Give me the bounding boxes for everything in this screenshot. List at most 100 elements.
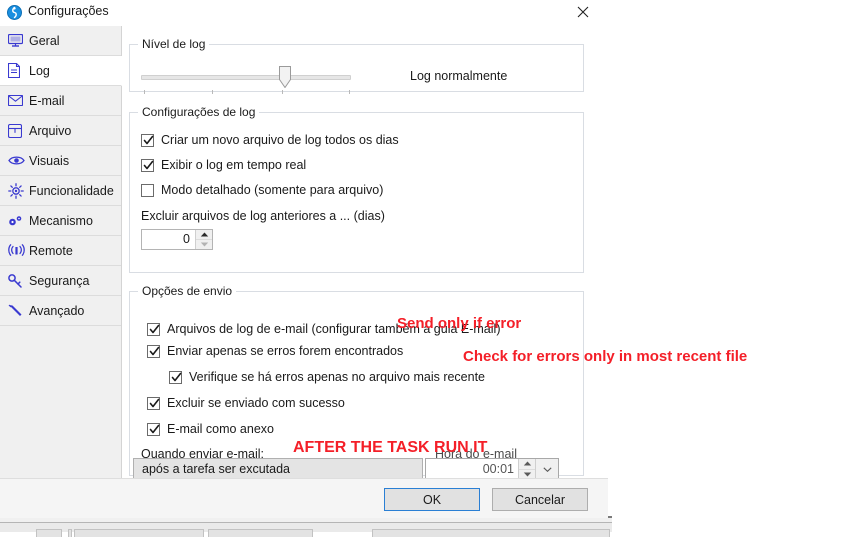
slider-tick [144, 90, 145, 94]
dialog-titlebar[interactable]: Configurações [0, 0, 608, 26]
check-mark-icon [143, 135, 154, 146]
checkbox-create-daily-log[interactable]: Criar um novo arquivo de log todos os di… [141, 133, 399, 147]
close-icon[interactable] [560, 0, 606, 24]
checkbox-label: Excluir se enviado com sucesso [167, 396, 345, 410]
desktop-right-strip [612, 516, 845, 530]
sidebar-item-label: Visuais [29, 154, 69, 168]
sidebar-item-geral[interactable]: Geral [0, 26, 121, 56]
dialog-body: Geral Log E-mail [0, 26, 608, 478]
email-time-value[interactable]: 00:01 [426, 459, 518, 479]
sidebar-item-email[interactable]: E-mail [0, 86, 121, 116]
checkbox-check-most-recent-only[interactable]: Verifique se há erros apenas no arquivo … [169, 370, 485, 384]
checkbox-show-realtime-log[interactable]: Exibir o log em tempo real [141, 158, 306, 172]
checkbox-label: Criar um novo arquivo de log todos os di… [161, 133, 399, 147]
sidebar-item-label: Remote [29, 244, 73, 258]
checkbox-label: Enviar apenas se erros forem encontrados [167, 344, 403, 358]
log-settings-group: Configurações de log Criar um novo arqui… [129, 112, 584, 273]
check-mark-icon [171, 372, 182, 383]
checkbox-box[interactable] [141, 159, 154, 172]
when-send-email-combobox[interactable]: após a tarefa ser excutada [133, 458, 423, 480]
sidebar-item-label: Segurança [29, 274, 89, 288]
checkbox-email-as-attachment[interactable]: E-mail como anexo [147, 422, 274, 436]
desktop-background: Configurações Geral [0, 0, 845, 530]
check-mark-icon [149, 324, 160, 335]
sidebar-item-seguranca[interactable]: Segurança [0, 266, 121, 296]
dialog-footer: OK Cancelar [0, 478, 608, 518]
sidebar-item-avancado[interactable]: Avançado [0, 296, 121, 326]
checkbox-verbose-mode[interactable]: Modo detalhado (somente para arquivo) [141, 183, 383, 197]
settings-sidebar: Geral Log E-mail [0, 26, 122, 478]
sidebar-item-label: Mecanismo [29, 214, 93, 228]
sidebar-item-remote[interactable]: Remote [0, 236, 121, 266]
check-mark-icon [149, 346, 160, 357]
background-window[interactable] [0, 516, 612, 530]
sidebar-item-label: Arquivo [29, 124, 71, 138]
background-toolbar-segment [208, 529, 313, 537]
background-toolbar-segment [68, 529, 72, 537]
sidebar-item-label: Geral [29, 34, 60, 48]
checkbox-box[interactable] [147, 423, 160, 436]
eye-icon [8, 153, 26, 169]
annotation-after-the-task-run: AFTER THE TASK RUN IT [293, 439, 487, 457]
check-mark-icon [149, 424, 160, 435]
gear-sun-icon [8, 183, 26, 199]
checkbox-box[interactable] [169, 371, 182, 384]
sidebar-item-label: E-mail [29, 94, 64, 108]
email-time-spinner[interactable]: 00:01 [425, 458, 559, 480]
spinner-up-icon[interactable] [519, 459, 535, 470]
sidebar-item-label: Log [29, 64, 50, 78]
checkbox-box[interactable] [141, 134, 154, 147]
sidebar-item-funcionalidade[interactable]: Funcionalidade [0, 176, 121, 206]
delete-days-value[interactable]: 0 [142, 230, 195, 249]
checkbox-box[interactable] [141, 184, 154, 197]
check-mark-icon [149, 398, 160, 409]
checkbox-label: Exibir o log em tempo real [161, 158, 306, 172]
background-window-toolbar [0, 522, 612, 532]
log-level-group: Nível de log Log normalmente [129, 44, 584, 92]
checkbox-label: Verifique se há erros apenas no arquivo … [189, 370, 485, 384]
checkbox-box[interactable] [147, 397, 160, 410]
envelope-icon [8, 93, 26, 109]
wrench-icon [8, 303, 26, 319]
sidebar-item-mecanismo[interactable]: Mecanismo [0, 206, 121, 236]
key-icon [8, 273, 26, 289]
checkbox-label: E-mail como anexo [167, 422, 274, 436]
sidebar-item-visuais[interactable]: Visuais [0, 146, 121, 176]
background-toolbar-segment [372, 529, 610, 537]
spinner-down-icon[interactable] [196, 240, 212, 249]
checkbox-box[interactable] [147, 323, 160, 336]
checkbox-delete-if-sent[interactable]: Excluir se enviado com sucesso [147, 396, 345, 410]
settings-globe-icon [7, 5, 22, 20]
background-toolbar-segment [74, 529, 204, 537]
settings-content-pane: Nível de log Log normalmente [122, 26, 608, 478]
sidebar-item-arquivo[interactable]: Arquivo [0, 116, 121, 146]
checkbox-send-only-if-errors[interactable]: Enviar apenas se erros forem encontrados [147, 344, 403, 358]
spinner-buttons[interactable] [195, 230, 212, 249]
archive-icon [8, 123, 26, 139]
check-mark-icon [143, 160, 154, 171]
document-icon [8, 63, 26, 79]
chevron-down-icon[interactable] [535, 459, 558, 479]
ok-button[interactable]: OK [384, 488, 480, 511]
log-level-value-label: Log normalmente [410, 69, 507, 83]
log-level-group-title: Nível de log [138, 37, 209, 51]
slider-tick [212, 90, 213, 94]
cancel-button[interactable]: Cancelar [492, 488, 588, 511]
log-settings-group-title: Configurações de log [138, 105, 259, 119]
spinner-up-icon[interactable] [196, 230, 212, 240]
antenna-icon [8, 243, 26, 259]
monitor-icon [8, 33, 26, 49]
slider-thumb[interactable] [279, 66, 291, 88]
dialog-title: Configurações [28, 4, 109, 18]
slider-track[interactable] [141, 75, 351, 80]
time-spinner-buttons[interactable] [518, 459, 535, 479]
slider-tick [349, 90, 350, 94]
log-level-slider[interactable] [141, 66, 351, 92]
sidebar-item-label: Funcionalidade [29, 184, 114, 198]
checkbox-label: Modo detalhado (somente para arquivo) [161, 183, 383, 197]
delete-old-logs-label: Excluir arquivos de log anteriores a ...… [141, 209, 385, 223]
checkbox-box[interactable] [147, 345, 160, 358]
sidebar-item-log[interactable]: Log [0, 56, 122, 86]
annotation-check-most-recent: Check for errors only in most recent fil… [463, 348, 747, 365]
delete-days-spinner[interactable]: 0 [141, 229, 213, 250]
